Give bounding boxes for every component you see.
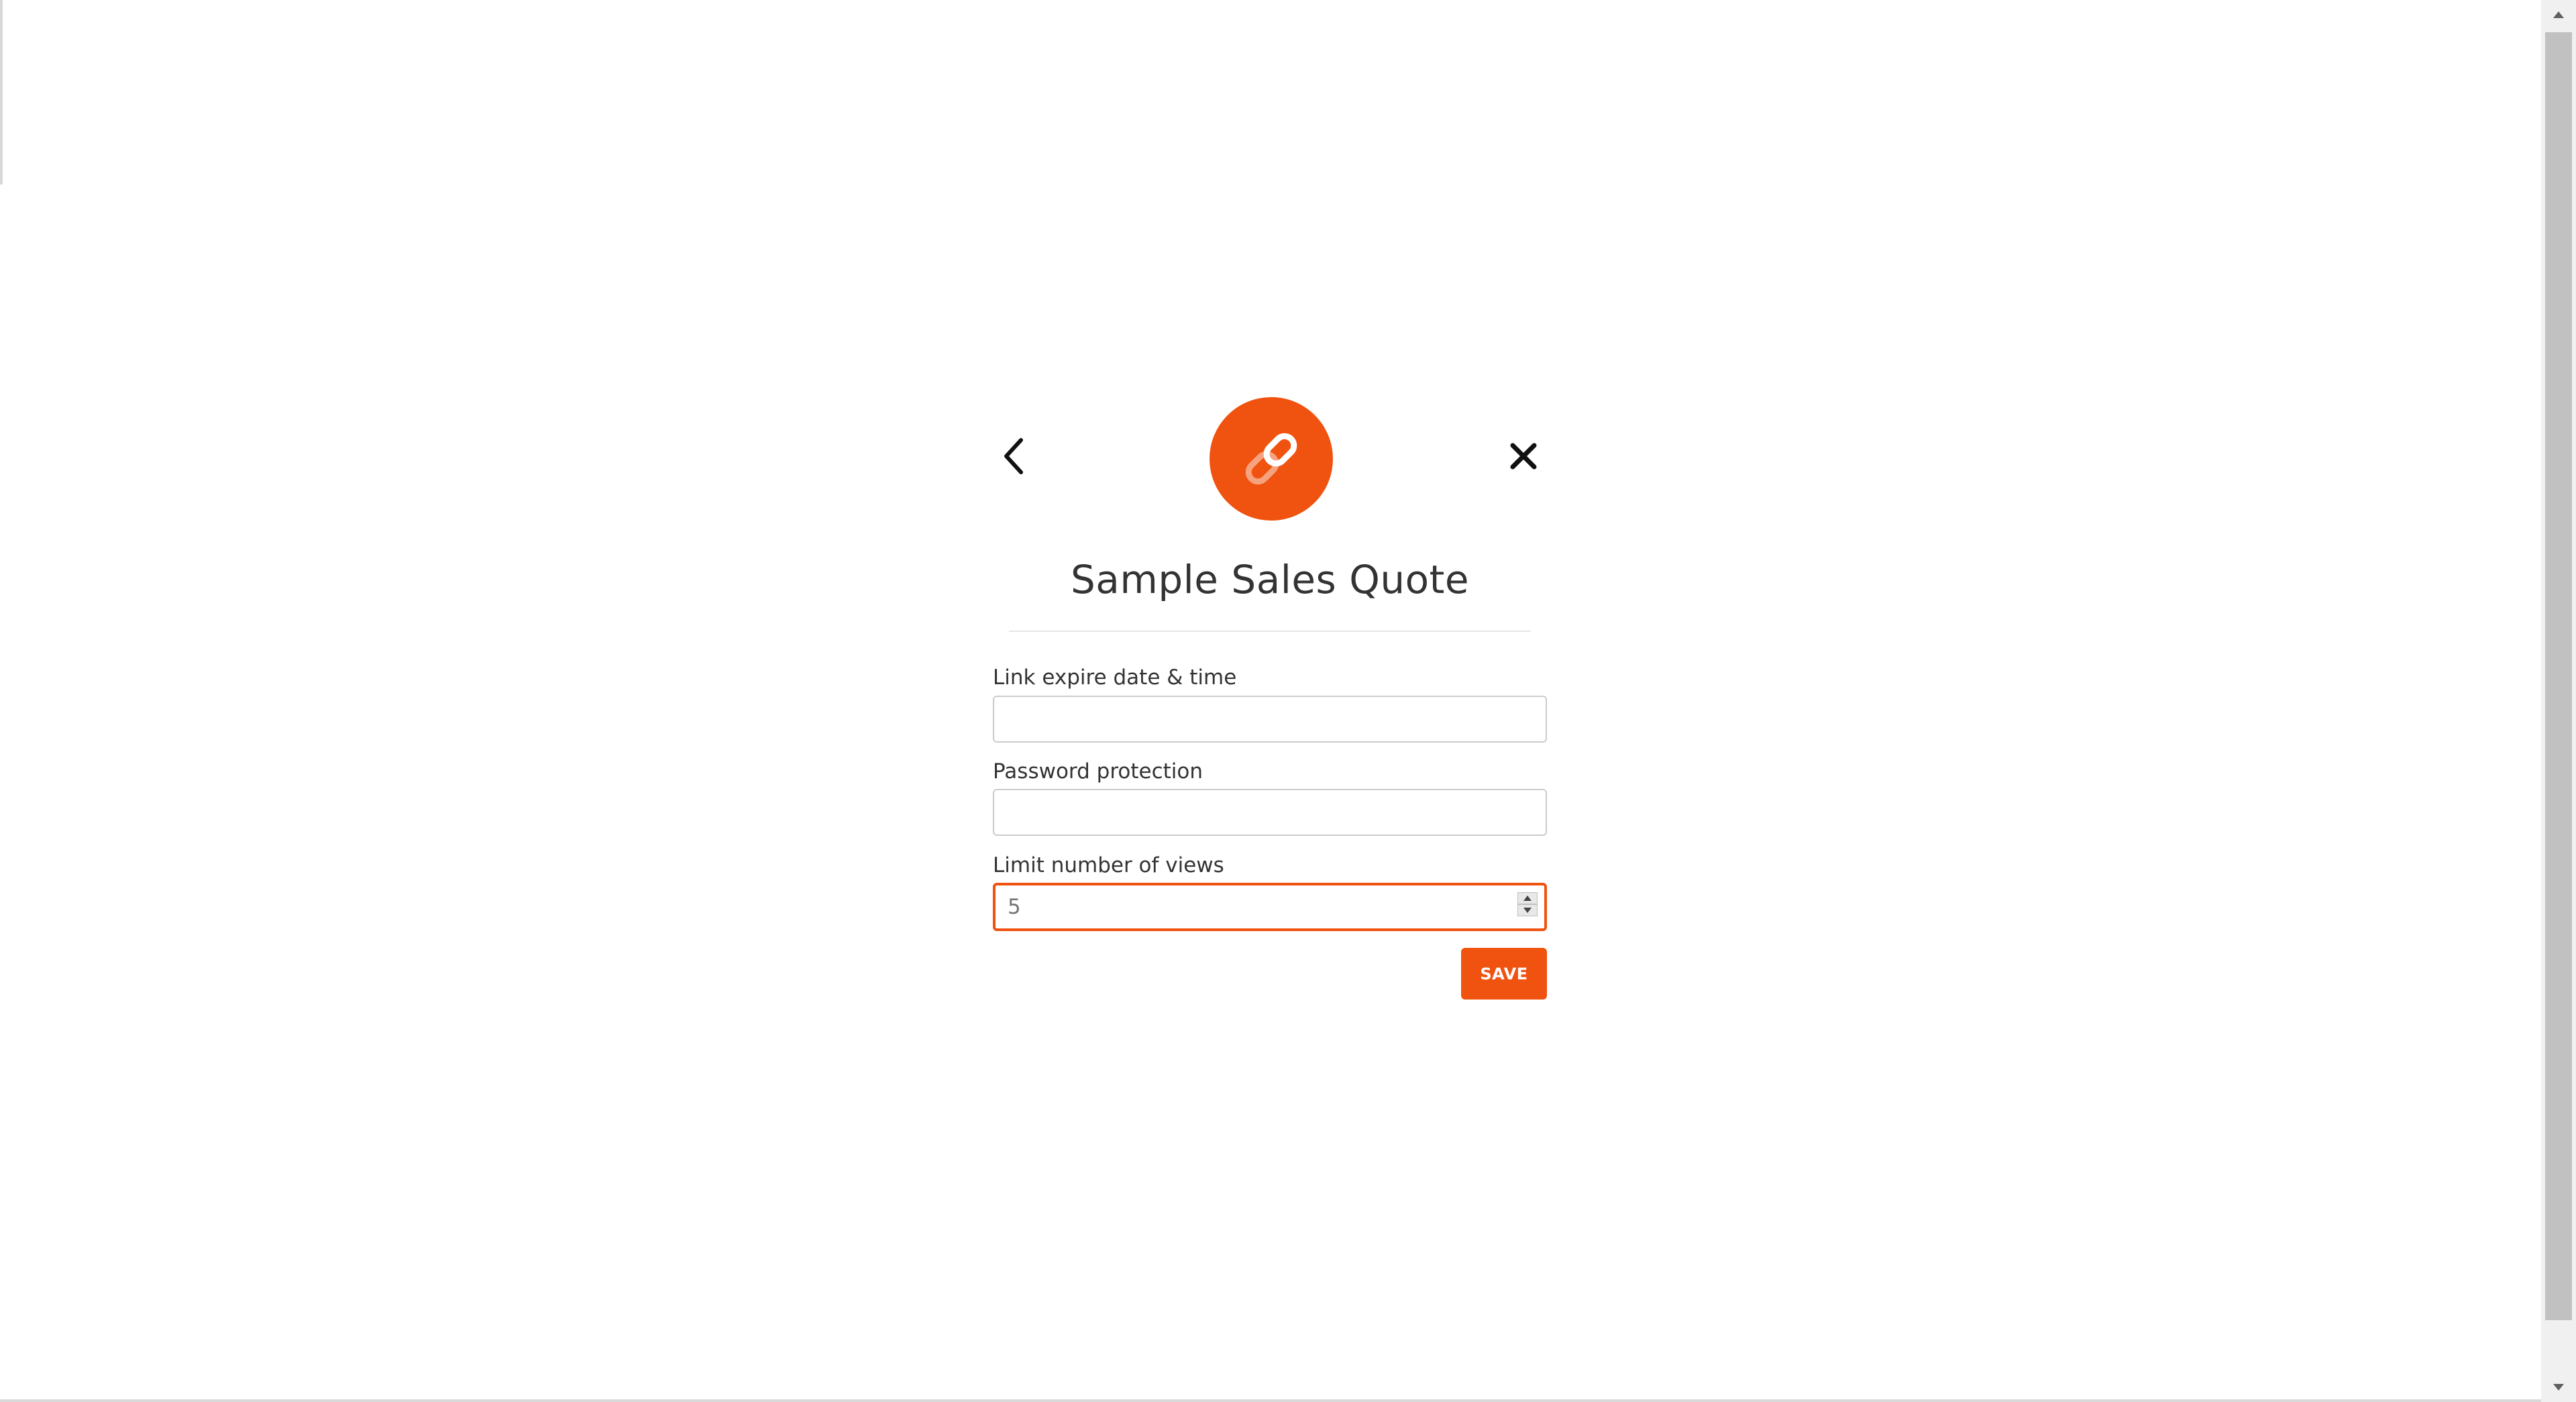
vertical-scrollbar[interactable]	[2541, 0, 2576, 1402]
triangle-down-icon	[2553, 1384, 2564, 1391]
page-viewport: Sample Sales Quote Link expire date & ti…	[0, 0, 2541, 1402]
scroll-up-arrow[interactable]	[2541, 0, 2576, 30]
view-limit-label: Limit number of views	[993, 853, 1224, 877]
chevron-left-icon	[1004, 438, 1023, 474]
view-limit-field	[993, 883, 1547, 931]
link-icon	[1245, 433, 1297, 485]
triangle-down-icon	[1523, 908, 1532, 913]
share-link-dialog: Sample Sales Quote Link expire date & ti…	[993, 396, 1547, 1000]
view-limit-stepper[interactable]	[1517, 891, 1538, 918]
left-edge-line	[0, 0, 3, 184]
save-button[interactable]: SAVE	[1461, 948, 1547, 1000]
link-badge	[1210, 397, 1333, 521]
triangle-up-icon	[1523, 896, 1532, 901]
view-limit-input[interactable]	[993, 883, 1547, 931]
close-icon	[1510, 443, 1537, 470]
triangle-up-icon	[2553, 11, 2564, 18]
close-button[interactable]	[1500, 429, 1547, 483]
stepper-up-button[interactable]	[1517, 892, 1538, 904]
expire-date-label: Link expire date & time	[993, 665, 1237, 690]
password-input[interactable]	[993, 789, 1547, 836]
bottom-edge-line	[0, 1399, 2541, 1402]
scroll-thumb[interactable]	[2545, 32, 2572, 1320]
dialog-title: Sample Sales Quote	[1070, 557, 1470, 602]
back-button[interactable]	[993, 429, 1033, 483]
password-label: Password protection	[993, 759, 1203, 784]
title-divider	[1009, 631, 1531, 632]
scroll-down-arrow[interactable]	[2541, 1372, 2576, 1402]
expire-date-input[interactable]	[993, 696, 1547, 743]
dialog-header	[993, 396, 1547, 523]
stepper-down-button[interactable]	[1517, 904, 1538, 916]
